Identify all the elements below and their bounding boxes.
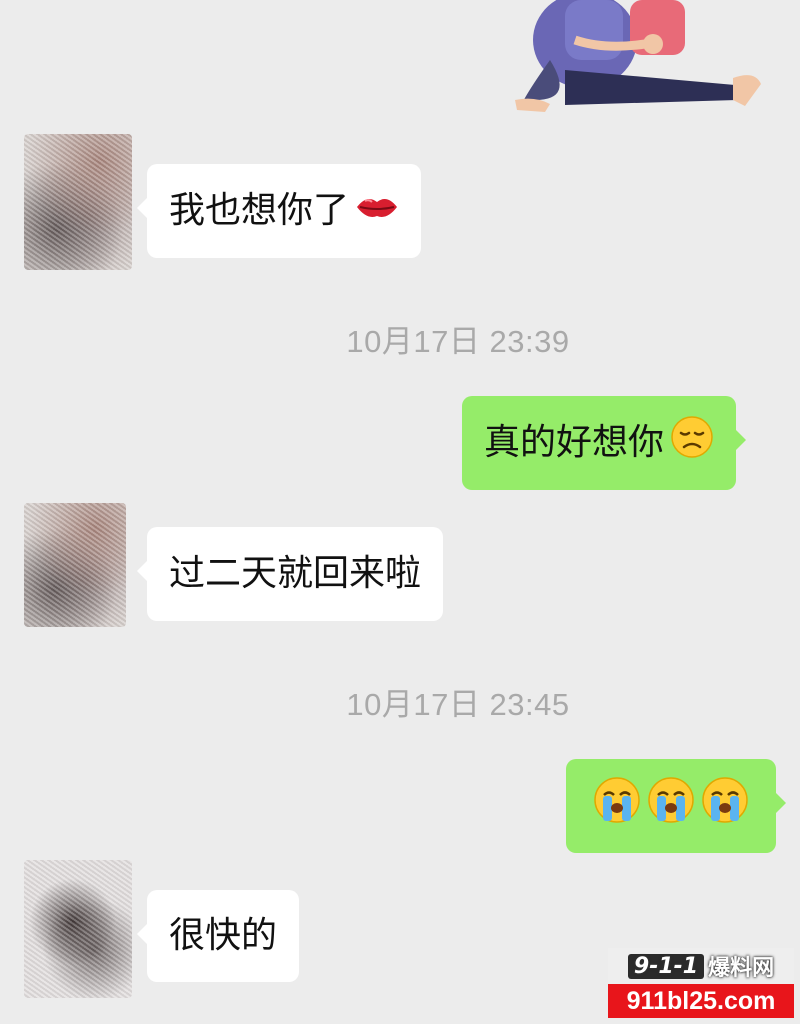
timestamp: 10月17日 23:39	[346, 324, 570, 359]
loudly-crying-face-icon	[592, 775, 642, 838]
watermark: 9-1-1 爆料网 911bl25.com	[608, 948, 794, 1018]
disappointed-face-icon	[670, 415, 714, 472]
contact-avatar[interactable]	[24, 860, 132, 998]
watermark-logo: 9-1-1 爆料网	[608, 948, 794, 984]
loudly-crying-face-icon	[646, 775, 696, 838]
watermark-name: 爆料网	[708, 956, 775, 981]
contact-avatar[interactable]	[24, 134, 132, 270]
watermark-badge: 9-1-1	[627, 953, 705, 979]
message-text: 真的好想你	[484, 422, 665, 463]
incoming-message-bubble[interactable]: 过二天就回来啦	[136, 527, 444, 621]
kiss-mark-icon	[355, 187, 399, 235]
message-text: 过二天就回来啦	[169, 553, 422, 594]
contact-avatar[interactable]	[24, 503, 126, 627]
outgoing-message-bubble[interactable]	[566, 759, 786, 853]
watermark-url: 911bl25.com	[608, 984, 794, 1018]
incoming-message-bubble[interactable]: 很快的	[136, 890, 300, 982]
timestamp: 10月17日 23:45	[346, 687, 570, 722]
couple-hug-sticker	[515, 0, 761, 112]
outgoing-message-bubble[interactable]: 真的好想你	[462, 396, 747, 490]
incoming-message-bubble[interactable]: 我也想你了	[136, 164, 422, 258]
loudly-crying-face-icon	[700, 775, 750, 838]
message-text: 我也想你了	[169, 190, 350, 231]
message-text: 很快的	[169, 915, 278, 956]
